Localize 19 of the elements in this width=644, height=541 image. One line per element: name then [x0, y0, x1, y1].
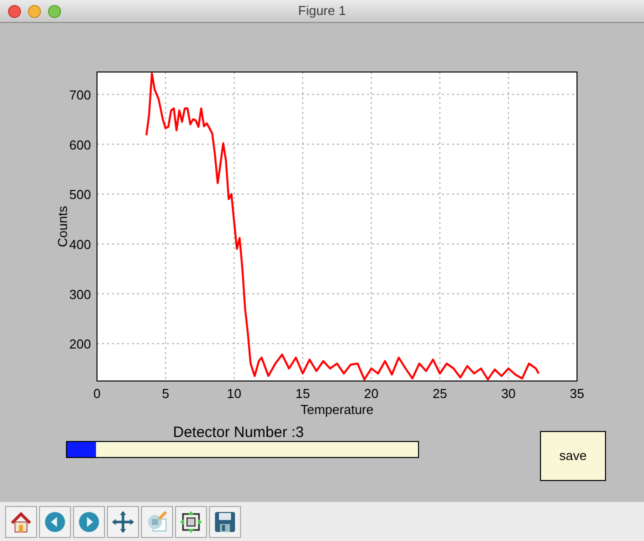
y-tick-label: 400 — [69, 236, 91, 252]
detector-label: Detector Number :3 — [173, 423, 304, 443]
x-axis-label: Temperature — [300, 402, 374, 417]
window-title: Figure 1 — [298, 2, 346, 20]
x-tick-label: 30 — [501, 386, 516, 401]
x-tick-label: 10 — [226, 386, 242, 401]
x-tick-label: 35 — [570, 386, 584, 401]
y-axis-label: Counts — [55, 206, 70, 248]
y-tick-label: 600 — [69, 137, 91, 152]
y-tick-label: 300 — [69, 286, 91, 302]
y-tick-label: 200 — [69, 336, 91, 352]
x-tick-label: 5 — [162, 386, 170, 401]
x-tick-label: 0 — [93, 386, 101, 401]
save-button[interactable]: save — [540, 431, 606, 481]
y-tick-label: 500 — [69, 187, 91, 202]
x-tick-label: 15 — [295, 386, 310, 401]
x-tick-label: 20 — [364, 386, 379, 401]
y-tick-label: 700 — [69, 87, 91, 102]
x-tick-label: 25 — [432, 386, 448, 401]
